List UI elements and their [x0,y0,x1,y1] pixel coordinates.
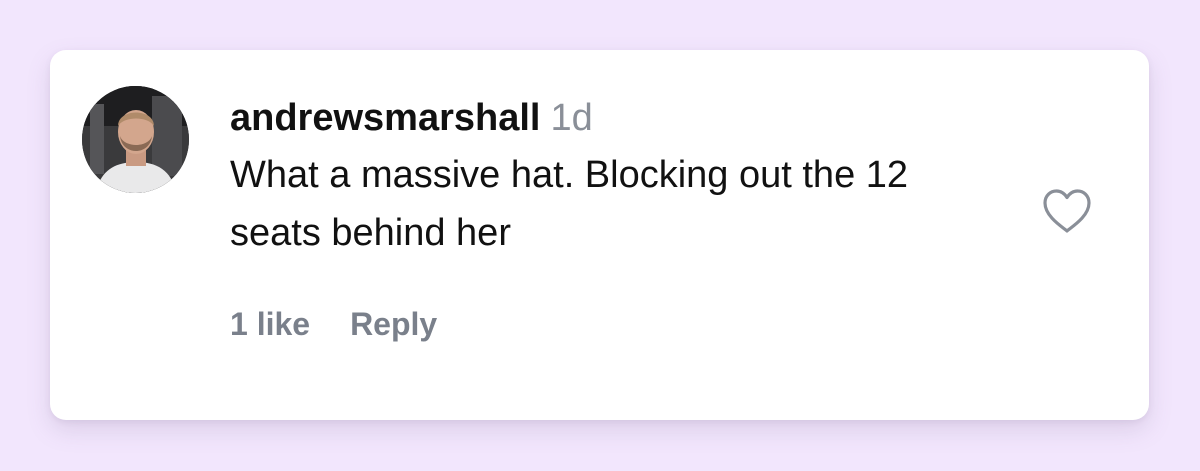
comment-text: What a massive hat. Blocking out the 12 … [230,154,909,254]
likes-count-button[interactable]: 1 like [230,304,310,344]
user-avatar-icon [82,86,189,193]
reply-button[interactable]: Reply [350,304,437,344]
heart-outline-icon [1043,189,1091,233]
avatar[interactable] [82,86,189,193]
comment-header: andrewsmarshall 1d [230,96,990,140]
username-link[interactable]: andrewsmarshall [230,97,540,139]
comment-card: andrewsmarshall 1d What a massive hat. Bl… [50,50,1149,420]
comment-actions: 1 like Reply [230,304,437,344]
like-button[interactable] [1040,186,1094,236]
timestamp: 1d [550,97,593,139]
comment-body: andrewsmarshall 1d What a massive hat. Bl… [230,96,990,262]
